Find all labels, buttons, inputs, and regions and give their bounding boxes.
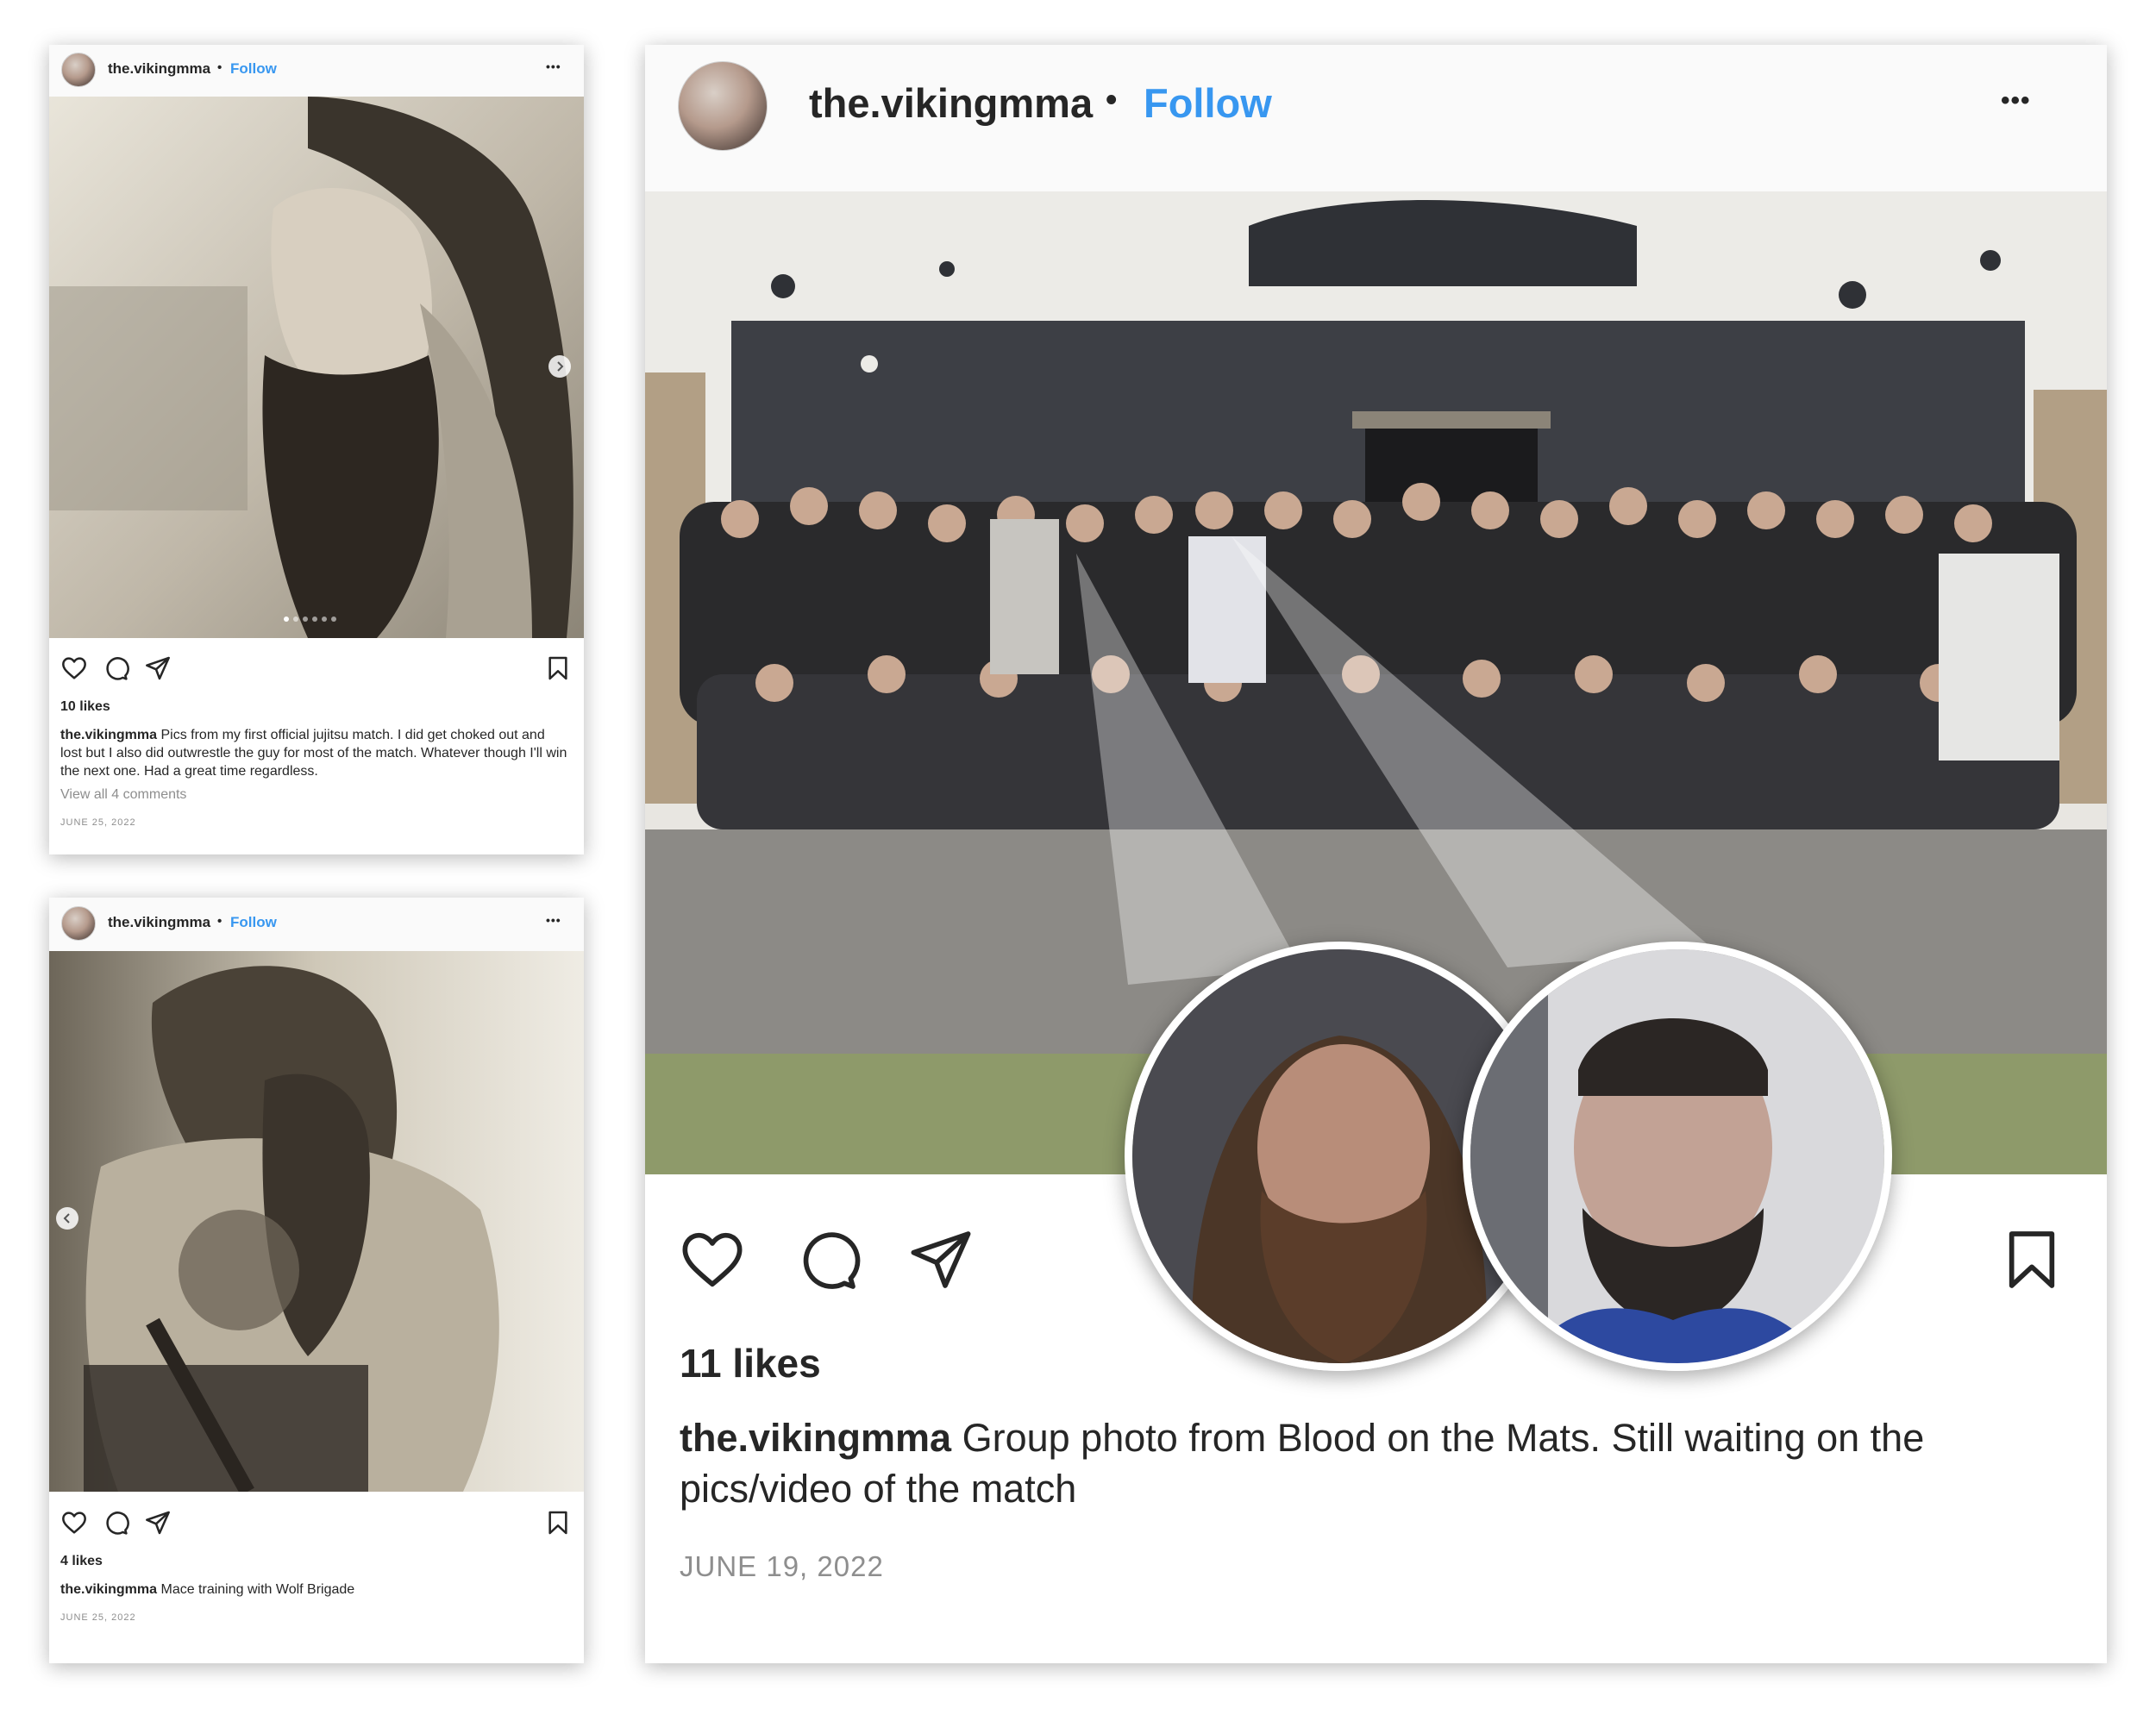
bearded-man-photo xyxy=(49,97,584,638)
post-header: the.vikingmma • Follow ••• xyxy=(49,45,584,97)
separator-dot: • xyxy=(217,60,222,75)
bookmark-icon[interactable] xyxy=(1997,1225,2066,1294)
avatar[interactable] xyxy=(61,906,96,941)
post-date: JUNE 25, 2022 xyxy=(60,1612,136,1623)
zoom-circle-face-2 xyxy=(1463,942,1892,1371)
post-header: the.vikingmma • Follow ••• xyxy=(645,45,2107,191)
carousel-dot xyxy=(322,617,327,622)
heart-icon[interactable] xyxy=(60,1509,88,1537)
bookmark-icon[interactable] xyxy=(544,654,572,682)
carousel-indicator xyxy=(284,617,336,622)
carousel-dot xyxy=(293,617,298,622)
separator-dot: • xyxy=(1106,82,1118,118)
mace-training-photo xyxy=(49,951,584,1492)
post-date: JUNE 19, 2022 xyxy=(680,1550,884,1582)
more-options-button[interactable]: ••• xyxy=(546,913,561,927)
caption-username[interactable]: the.vikingmma xyxy=(60,1582,157,1597)
caption-username[interactable]: the.vikingmma xyxy=(680,1416,951,1460)
caption-text: Mace training with Wolf Brigade xyxy=(160,1582,355,1597)
heart-icon[interactable] xyxy=(60,654,88,682)
more-options-button[interactable]: ••• xyxy=(2001,86,2031,116)
carousel-dot xyxy=(331,617,336,622)
carousel-dot xyxy=(312,617,317,622)
chevron-left-icon[interactable] xyxy=(56,1207,78,1230)
likes-count[interactable]: 11 likes xyxy=(680,1340,821,1386)
more-options-button[interactable]: ••• xyxy=(546,59,561,73)
comment-icon[interactable] xyxy=(792,1225,861,1294)
comment-icon[interactable] xyxy=(102,1509,129,1537)
separator-dot: • xyxy=(217,914,222,929)
comment-icon[interactable] xyxy=(102,654,129,682)
share-icon[interactable] xyxy=(144,1509,172,1537)
bookmark-icon[interactable] xyxy=(544,1509,572,1537)
share-icon[interactable] xyxy=(906,1225,975,1294)
zoomed-face-2 xyxy=(1470,949,1884,1363)
avatar[interactable] xyxy=(678,61,768,151)
follow-button[interactable]: Follow xyxy=(230,60,277,78)
username[interactable]: the.vikingmma xyxy=(108,914,210,931)
caption-username[interactable]: the.vikingmma xyxy=(60,728,157,742)
chevron-right-icon[interactable] xyxy=(548,355,571,378)
post-caption: the.vikingmma Mace training with Wolf Br… xyxy=(60,1580,569,1599)
post-card-group-photo: the.vikingmma • Follow ••• 11 likes the.… xyxy=(645,45,2107,1663)
carousel-dot xyxy=(284,617,289,622)
post-photo-bearded-man[interactable] xyxy=(49,97,584,638)
post-photo-mace-training[interactable] xyxy=(49,951,584,1492)
carousel-dot xyxy=(303,617,308,622)
post-caption: the.vikingmma Pics from my first officia… xyxy=(60,726,569,780)
follow-button[interactable]: Follow xyxy=(230,914,277,931)
post-date: JUNE 25, 2022 xyxy=(60,817,136,828)
post-card-jujitsu: the.vikingmma • Follow ••• 10 likes the.… xyxy=(49,45,584,854)
post-caption: the.vikingmma Group photo from Blood on … xyxy=(680,1412,2059,1515)
avatar[interactable] xyxy=(61,53,96,87)
username[interactable]: the.vikingmma xyxy=(809,79,1093,127)
post-card-mace-training: the.vikingmma • Follow ••• 4 likes the.v… xyxy=(49,898,584,1663)
view-comments-link[interactable]: View all 4 comments xyxy=(60,787,186,803)
follow-button[interactable]: Follow xyxy=(1144,79,1272,127)
username[interactable]: the.vikingmma xyxy=(108,60,210,78)
likes-count[interactable]: 10 likes xyxy=(60,699,110,715)
share-icon[interactable] xyxy=(144,654,172,682)
likes-count[interactable]: 4 likes xyxy=(60,1554,103,1569)
post-header: the.vikingmma • Follow ••• xyxy=(49,898,584,951)
heart-icon[interactable] xyxy=(678,1225,747,1294)
